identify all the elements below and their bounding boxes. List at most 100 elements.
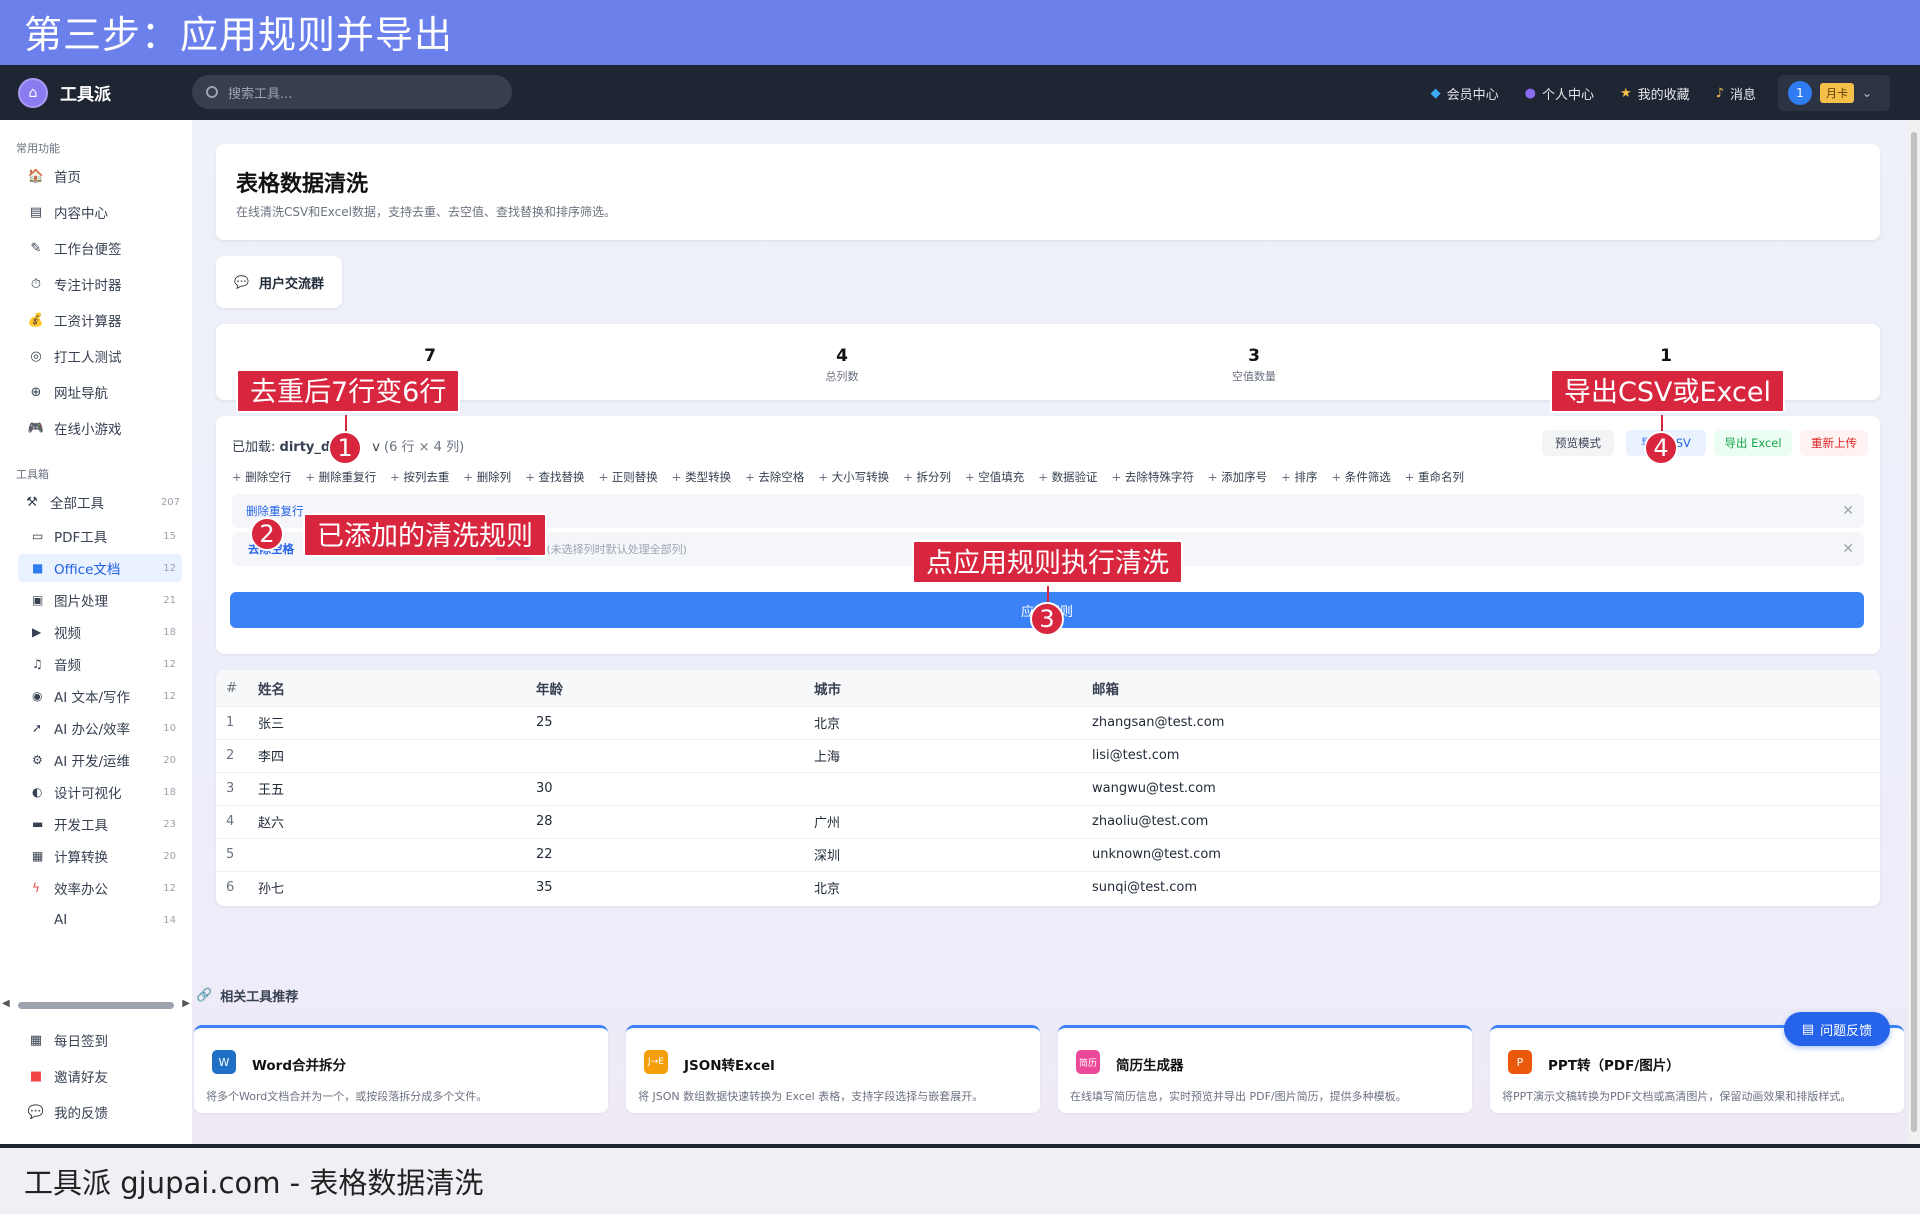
add-rule-chip[interactable]: + 重命名列 bbox=[1405, 469, 1464, 485]
logo-icon[interactable]: ⌂ bbox=[18, 77, 48, 108]
add-rule-chip[interactable]: + 去除特殊字符 bbox=[1112, 469, 1194, 485]
scroll-right-icon[interactable]: ▶ bbox=[182, 998, 190, 1009]
sidebar-cat-calc[interactable]: ▦ 计算转换 20 bbox=[18, 842, 182, 870]
membership-badge: 月卡 bbox=[1820, 83, 1854, 103]
sidebar-item-content[interactable]: ▤ 内容中心 bbox=[16, 198, 186, 226]
table-cell: 30 bbox=[536, 771, 814, 805]
add-rule-chip[interactable]: + 空值填充 bbox=[965, 469, 1024, 485]
add-rule-chip[interactable]: + 去除空格 bbox=[745, 469, 804, 485]
annotation-apply: 点应用规则执行清洗 bbox=[912, 540, 1183, 584]
sidebar-item-timer[interactable]: ⏱ 专注计时器 bbox=[16, 270, 186, 298]
nav-messages[interactable]: ♪ 消息 bbox=[1716, 84, 1756, 103]
sidebar-item-feedback[interactable]: 💬 我的反馈 bbox=[16, 1098, 186, 1126]
sidebar-cat-office[interactable]: ■ Office文档 12 bbox=[18, 554, 182, 582]
add-rule-chip[interactable]: + 数据验证 bbox=[1038, 469, 1097, 485]
sidebar-item-all-tools[interactable]: ⚒ 全部工具 207 bbox=[12, 488, 182, 516]
table-cell: 北京 bbox=[814, 705, 1092, 739]
robot-icon: ◉ bbox=[32, 689, 43, 703]
tutorial-banner: 第三步：应用规则并导出 bbox=[0, 0, 1920, 65]
document-icon: ■ bbox=[32, 561, 44, 575]
nav-favorites[interactable]: ★ 我的收藏 bbox=[1620, 84, 1690, 103]
table-cell: 张三 bbox=[258, 705, 536, 739]
table-cell: unknown@test.com bbox=[1092, 837, 1880, 871]
sidebar-item-home[interactable]: 🏠 首页 bbox=[16, 162, 186, 190]
banner-title: 第三步：应用规则并导出 bbox=[24, 13, 454, 57]
export-excel-button[interactable]: 导出 Excel bbox=[1714, 430, 1792, 456]
annotation-connector bbox=[1661, 415, 1663, 431]
sidebar-cat-efficiency[interactable]: ϟ 效率办公 12 bbox=[18, 874, 182, 902]
sidebar-item-url-nav[interactable]: ⊕ 网址导航 bbox=[16, 378, 186, 406]
plus-icon: + bbox=[818, 470, 832, 484]
remove-rule-icon[interactable]: ✕ bbox=[1842, 503, 1854, 519]
scrollbar-thumb[interactable] bbox=[1911, 132, 1917, 1132]
sidebar-item-checkin[interactable]: ▦ 每日签到 bbox=[16, 1026, 186, 1054]
add-rule-chip[interactable]: + 类型转换 bbox=[672, 469, 731, 485]
add-rule-chip[interactable]: + 排序 bbox=[1281, 469, 1317, 485]
sidebar-item-games[interactable]: 🎮 在线小游戏 bbox=[16, 414, 186, 442]
add-rule-chip[interactable]: + 条件筛选 bbox=[1331, 469, 1390, 485]
sidebar-cat-ai[interactable]: AI 14 bbox=[18, 906, 182, 934]
sidebar-cat-ai-writing[interactable]: ◉ AI 文本/写作 12 bbox=[18, 682, 182, 710]
community-button[interactable]: 💬 用户交流群 bbox=[216, 256, 342, 308]
file-name: dirty_d bbox=[279, 440, 331, 455]
sidebar-cat-audio[interactable]: ♫ 音频 12 bbox=[18, 650, 182, 678]
sidebar-item-notes[interactable]: ✎ 工作台便签 bbox=[16, 234, 186, 262]
star-icon: ★ bbox=[1620, 85, 1632, 101]
scrollbar-thumb[interactable] bbox=[18, 1002, 174, 1009]
sidebar-horizontal-scrollbar[interactable]: ◀ ▶ bbox=[2, 998, 190, 1010]
page-vertical-scrollbar[interactable] bbox=[1908, 120, 1920, 1144]
home-icon: 🏠 bbox=[27, 168, 45, 184]
sidebar-item-salary[interactable]: 💰 工资计算器 bbox=[16, 306, 186, 334]
header-nav: ◆ 会员中心 ● 个人中心 ★ 我的收藏 ♪ 消息 1 月卡 ⌄ bbox=[1405, 73, 1890, 113]
sidebar-item-invite[interactable]: ■ 邀请好友 bbox=[16, 1062, 186, 1090]
sidebar-cat-video[interactable]: ▶ 视频 18 bbox=[18, 618, 182, 646]
plus-icon: + bbox=[964, 470, 979, 484]
app-header: ⌂ 工具派 搜索工具... ◆ 会员中心 ● 个人中心 ★ 我的收藏 ♪ 消息 1 月卡… bbox=[0, 65, 1920, 120]
table-cell: sunqi@test.com bbox=[1092, 870, 1880, 904]
reupload-button[interactable]: 重新上传 bbox=[1800, 430, 1868, 456]
table-cell: 4 bbox=[216, 804, 258, 838]
preview-mode-button[interactable]: 预览模式 bbox=[1542, 430, 1614, 456]
add-rule-chip[interactable]: + 拆分列 bbox=[903, 469, 951, 485]
nav-profile[interactable]: ● 个人中心 bbox=[1525, 84, 1594, 103]
page-subtitle: 在线清洗CSV和Excel数据，支持去重、去空值、查找替换和排序筛选。 bbox=[236, 205, 616, 219]
table-cell: 1 bbox=[216, 705, 258, 739]
word-icon: W bbox=[212, 1050, 236, 1074]
table-cell: zhaoliu@test.com bbox=[1092, 804, 1880, 838]
tool-card-json-excel[interactable]: J→E JSON转Excel 将 JSON 数组数据快速转换为 Excel 表格… bbox=[626, 1025, 1040, 1113]
feedback-button[interactable]: ▤ 问题反馈 bbox=[1784, 1012, 1890, 1046]
scroll-left-icon[interactable]: ◀ bbox=[2, 998, 10, 1009]
table-row: 6 孙七 35 北京 sunqi@test.com bbox=[216, 870, 1880, 904]
plus-icon: + bbox=[1111, 470, 1125, 484]
search-input[interactable]: 搜索工具... bbox=[192, 75, 512, 109]
nav-vip-center[interactable]: ◆ 会员中心 bbox=[1431, 84, 1499, 103]
timer-icon: ⏱ bbox=[30, 276, 42, 292]
table-cell: 25 bbox=[536, 705, 814, 739]
sidebar-cat-dev-tools[interactable]: ▬ 开发工具 23 bbox=[18, 810, 182, 838]
add-rule-chip[interactable]: + 删除空行 bbox=[232, 469, 291, 485]
remove-rule-icon[interactable]: ✕ bbox=[1842, 541, 1854, 557]
plus-icon: + bbox=[1038, 470, 1052, 484]
add-rule-chip[interactable]: + 大小写转换 bbox=[818, 469, 889, 485]
add-rule-chip[interactable]: + 按列去重 bbox=[390, 469, 449, 485]
add-rule-chip[interactable]: + 添加序号 bbox=[1208, 469, 1267, 485]
sidebar-cat-pdf[interactable]: ▭ PDF工具 15 bbox=[18, 522, 182, 550]
table-cell: 广州 bbox=[814, 804, 1092, 838]
add-rule-chip[interactable]: + 删除列 bbox=[463, 469, 511, 485]
brand-name[interactable]: 工具派 bbox=[60, 80, 111, 105]
tool-card-resume[interactable]: 简历 简历生成器 在线填写简历信息，实时预览并导出 PDF/图片简历，提供多种模… bbox=[1058, 1025, 1472, 1113]
music-icon: ♫ bbox=[32, 657, 43, 671]
sidebar-item-worker-test[interactable]: ◎ 打工人测试 bbox=[16, 342, 186, 370]
sidebar-cat-design[interactable]: ◐ 设计可视化 18 bbox=[18, 778, 182, 806]
sidebar-cat-ai-office[interactable]: ➚ AI 办公/效率 10 bbox=[18, 714, 182, 742]
user-menu[interactable]: 1 月卡 ⌄ bbox=[1778, 75, 1890, 111]
add-rule-chip[interactable]: + 删除重复行 bbox=[305, 469, 376, 485]
sidebar-cat-image[interactable]: ▣ 图片处理 21 bbox=[18, 586, 182, 614]
table-cell: 22 bbox=[536, 837, 814, 871]
tool-card-word-merge[interactable]: W Word合并拆分 将多个Word文档合并为一个，或按段落拆分成多个文件。 bbox=[194, 1025, 608, 1113]
sidebar-cat-ai-dev[interactable]: ⚙ AI 开发/运维 20 bbox=[18, 746, 182, 774]
annotation-connector bbox=[1047, 586, 1049, 602]
laptop-icon: ▬ bbox=[32, 817, 44, 831]
add-rule-chip[interactable]: + 查找替换 bbox=[525, 469, 584, 485]
add-rule-chip[interactable]: + 正则替换 bbox=[598, 469, 657, 485]
